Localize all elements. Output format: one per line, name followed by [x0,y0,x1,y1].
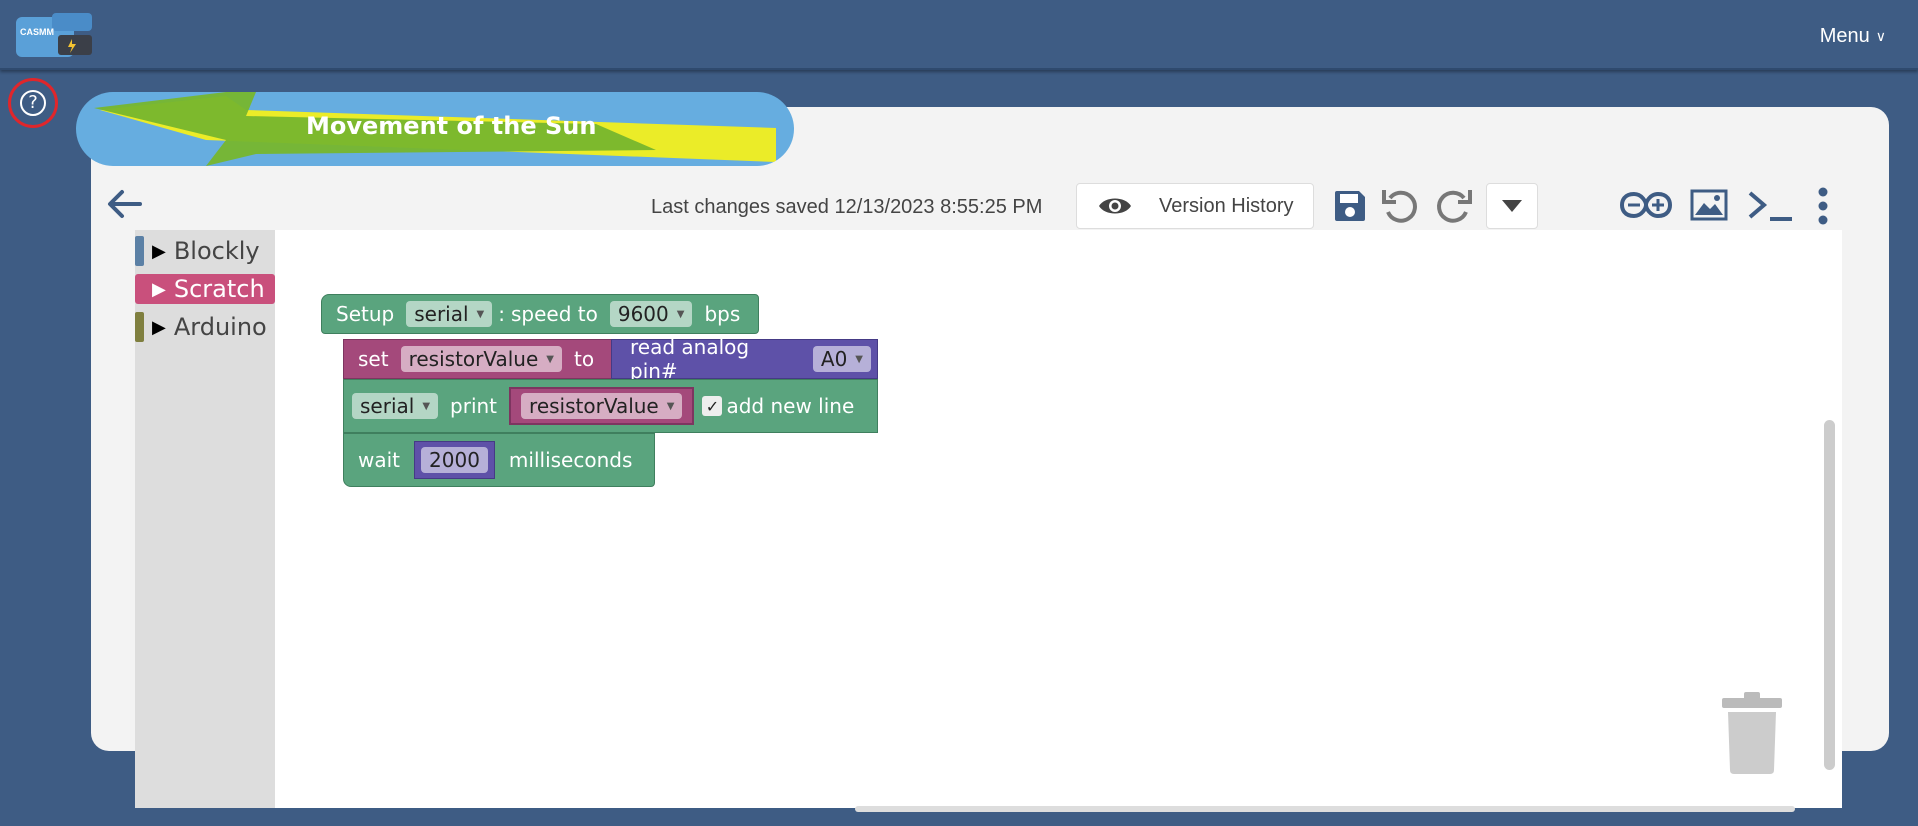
expand-triangle-icon: ▶ [152,240,166,262]
number-block[interactable]: 2000 [414,441,495,479]
category-color-swatch [135,312,144,342]
serial-print-block[interactable]: serial ▼ print resistorValue ▼ ✓ add new l… [343,379,878,433]
question-icon: ? [20,90,46,116]
block-label: : [498,302,505,326]
add-new-line-checkbox[interactable]: ✓ [702,396,723,416]
dropdown-arrow-icon: ▼ [546,353,554,365]
field-value: serial [414,302,469,326]
redo-icon[interactable] [1434,186,1474,226]
menu-button[interactable]: Menu ∨ [1820,25,1886,48]
expand-triangle-icon: ▶ [152,316,166,338]
arduino-icon[interactable] [1620,191,1672,219]
block-label: print [450,394,498,418]
toolbox-category-blockly[interactable]: ▶ Blockly [135,236,260,266]
field-value: resistorValue [529,394,659,418]
block-label: Setup [336,302,395,326]
number-input[interactable]: 2000 [421,447,488,473]
logo-text: CASMM [20,27,54,37]
baud-rate-dropdown[interactable]: 9600 ▼ [609,301,693,327]
undo-icon[interactable] [1380,186,1420,226]
block-label: to [574,347,595,371]
project-title-banner: Movement of the Sun [76,92,794,166]
toolbox-category-scratch[interactable]: ▶ Scratch [135,274,275,304]
serial-port-dropdown[interactable]: serial ▼ [352,393,439,419]
block-label: set [358,347,389,371]
terminal-icon[interactable] [1746,189,1794,223]
dropdown-arrow-icon: ▼ [666,400,675,412]
set-variable-block[interactable]: set resistorValue ▼ to [343,339,617,379]
blockly-toolbox: ▶ Blockly ▶ Scratch ▶ Arduino [135,230,275,808]
read-analog-pin-block[interactable]: read analog pin# A0 ▼ [611,335,878,383]
category-label: Scratch [173,275,265,303]
version-history-button[interactable]: Version History [1076,183,1314,229]
serial-port-dropdown[interactable]: serial ▼ [406,301,493,327]
eye-icon [1099,198,1131,214]
field-value: serial [360,394,415,418]
save-status-text: Last changes saved 12/13/2023 8:55:25 PM [651,196,1043,218]
top-navbar: CASMM Menu ∨ [0,0,1918,70]
field-value: A0 [820,347,848,371]
more-options-dropdown[interactable] [1486,183,1538,229]
casmm-logo[interactable]: CASMM [14,11,96,60]
variable-dropdown[interactable]: resistorValue ▼ [521,393,683,419]
category-color-swatch [135,236,144,266]
project-title: Movement of the Sun [306,112,597,140]
field-value: 9600 [617,302,669,326]
field-value: resistorValue [408,347,539,371]
variable-dropdown[interactable]: resistorValue ▼ [400,346,562,372]
variable-getter-block[interactable]: resistorValue ▼ [509,387,695,425]
caret-down-icon [1502,200,1522,212]
pin-dropdown[interactable]: A0 ▼ [812,346,871,372]
block-label: bps [704,302,741,326]
block-label: wait [358,448,401,472]
trash-icon[interactable] [1720,690,1784,774]
dropdown-arrow-icon: ▼ [476,308,485,320]
more-vert-icon[interactable] [1813,186,1833,226]
category-label: Arduino [173,313,267,341]
menu-label: Menu [1819,25,1870,47]
wait-block[interactable]: wait 2000 milliseconds [343,433,655,487]
category-label: Blockly [173,237,260,265]
dropdown-arrow-icon: ▼ [676,308,685,320]
setup-serial-block[interactable]: Setup serial ▼ : speed to 9600 ▼ bps [321,294,759,334]
back-arrow-icon[interactable] [106,186,142,222]
horizontal-scrollbar[interactable] [855,806,1795,812]
dropdown-arrow-icon: ▼ [855,353,863,365]
version-history-label: Version History [1159,194,1294,217]
chevron-down-icon: ∨ [1875,28,1886,44]
help-button[interactable]: ? [8,78,58,128]
block-label: milliseconds [508,448,633,472]
image-icon[interactable] [1690,189,1728,221]
save-icon[interactable] [1333,189,1367,223]
block-label: read analog pin# [630,335,750,383]
block-label: add new line [726,394,855,418]
vertical-scrollbar[interactable] [1824,420,1835,770]
toolbox-category-arduino[interactable]: ▶ Arduino [135,312,267,342]
dropdown-arrow-icon: ▼ [422,400,431,412]
block-label: speed to [511,302,598,326]
expand-triangle-icon: ▶ [152,278,166,300]
